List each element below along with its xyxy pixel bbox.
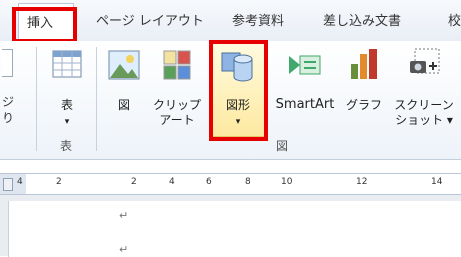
ruler-mark: 2 [56, 177, 62, 187]
document-page[interactable]: ↵ ↵ [8, 201, 461, 257]
horizontal-ruler[interactable]: 4 2 2 4 6 8 10 12 14 [0, 173, 461, 195]
ruler-mark: 4 [17, 177, 23, 187]
document-area: ↵ ↵ [0, 195, 461, 257]
table-label: 表 [60, 98, 73, 112]
table-button[interactable]: 表 ▾ [44, 41, 90, 137]
screenshot-button[interactable]: スクリーン ショット ▾ [388, 41, 460, 137]
chart-button[interactable]: グラフ [342, 41, 386, 137]
clipart-label-2: アート [159, 113, 195, 127]
partial-left-group[interactable]: ジ り [0, 93, 14, 155]
screenshot-label-2: ショット ▾ [395, 113, 453, 127]
screenshot-label-1: スクリーン [394, 98, 454, 112]
picture-button[interactable]: 図 [102, 41, 146, 137]
clipart-icon [163, 50, 191, 80]
smartart-button[interactable]: SmartArt [268, 41, 342, 137]
tab-references[interactable]: 参考資料 [232, 10, 284, 29]
ruler-page-area [26, 174, 461, 194]
table-icon [52, 50, 82, 78]
group-separator [96, 47, 97, 151]
picture-icon [108, 50, 140, 80]
insert-tab-highlight [12, 7, 77, 43]
partial-left-icon [2, 49, 13, 77]
ruler-mark: 10 [281, 177, 293, 187]
clipart-label-1: クリップ [152, 98, 201, 112]
ruler-mark: 6 [206, 177, 212, 187]
screenshot-icon [410, 48, 440, 74]
shapes-highlight [209, 40, 268, 141]
chart-label: グラフ [345, 98, 382, 112]
smartart-label: SmartArt [275, 97, 335, 112]
ruler-mark: 4 [169, 177, 175, 187]
ruler-mark: 8 [245, 177, 251, 187]
smartart-icon [289, 55, 321, 75]
table-dropdown-arrow: ▾ [64, 117, 70, 127]
ruler-mark: 12 [356, 177, 368, 187]
chart-icon [351, 49, 377, 79]
ruler-mark: 14 [431, 177, 443, 187]
ruler-indent-marker[interactable] [3, 178, 13, 191]
ruler-mark: 2 [131, 177, 137, 187]
tab-page-layout[interactable]: ページ レイアウト [96, 10, 204, 29]
group-separator [36, 47, 37, 151]
partial-left-label-1: ジ [2, 95, 15, 109]
picture-label: 図 [117, 98, 130, 112]
clipart-button[interactable]: クリップ アート [150, 41, 204, 137]
illustrations-group-label: 図 [276, 139, 289, 153]
paragraph-mark: ↵ [119, 209, 129, 222]
tab-mailings[interactable]: 差し込み文書 [323, 10, 401, 29]
tab-review[interactable]: 校 [448, 10, 461, 29]
table-group-label: 表 [60, 139, 73, 153]
partial-left-label-2: り [2, 111, 15, 125]
paragraph-mark: ↵ [119, 243, 129, 256]
